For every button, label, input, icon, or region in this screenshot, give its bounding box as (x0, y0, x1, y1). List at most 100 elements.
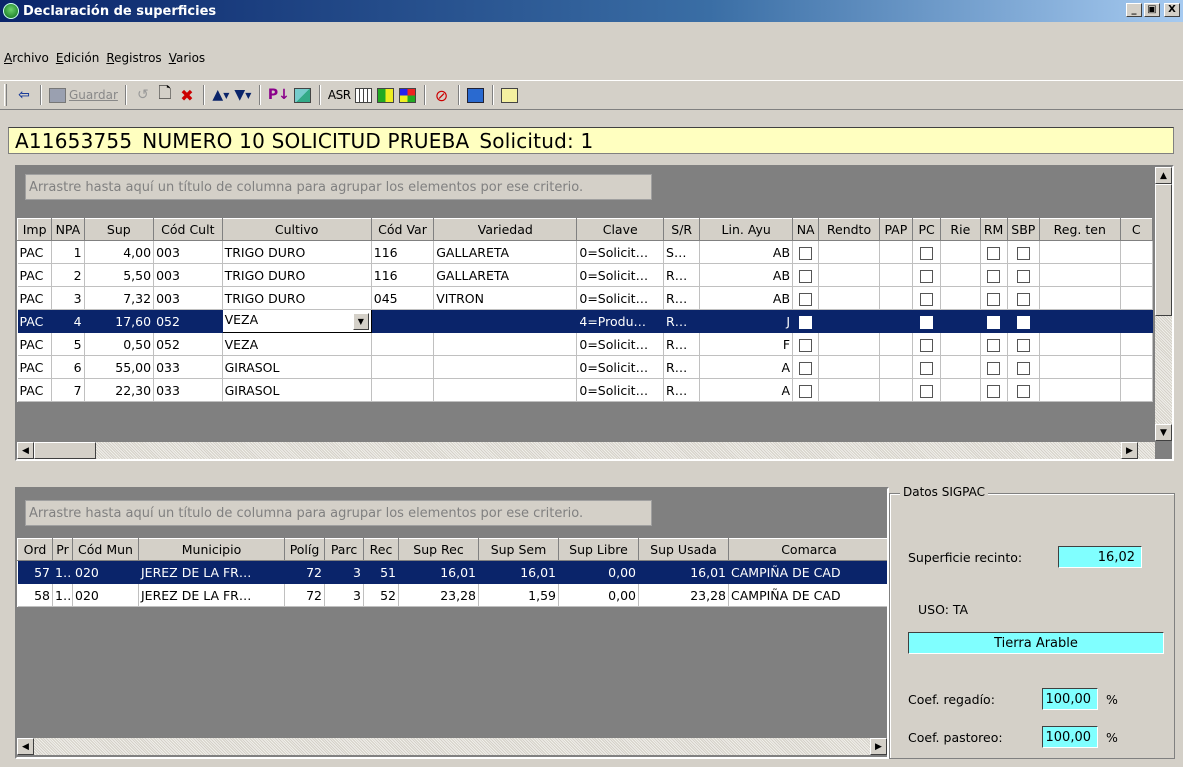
cell-rie[interactable] (940, 309, 981, 333)
column-header[interactable]: Municipio (138, 538, 285, 561)
cell-variedad[interactable]: GALLARETA (433, 240, 578, 264)
cell-rendto[interactable] (818, 309, 880, 333)
cell-sr[interactable]: R… (663, 332, 701, 356)
sbp-checkbox[interactable] (1016, 269, 1030, 283)
cell-comarca[interactable]: CAMPIÑA DE CAD (728, 583, 887, 607)
cell-reg-ten[interactable] (1039, 378, 1121, 402)
column-header[interactable]: Sup Rec (398, 538, 479, 561)
cell-na[interactable] (792, 263, 820, 287)
cell-sup-libre[interactable]: 0,00 (558, 560, 639, 584)
cell-ord[interactable]: 57 (17, 560, 53, 584)
pc-checkbox[interactable] (920, 384, 934, 398)
cell-na[interactable] (792, 309, 820, 333)
undo-icon[interactable]: ↺ (132, 83, 154, 107)
column-header[interactable]: PC (911, 218, 942, 241)
sbp-checkbox[interactable] (1016, 246, 1030, 260)
table-row[interactable]: PAC 2 5,50 003 TRIGO DURO 116 GALLARETA 0=Solic… (17, 263, 1154, 287)
table-row[interactable]: PAC 3 7,32 003 TRIGO DURO 045 VITRON 0=Solicit…… (17, 286, 1154, 310)
cell-sr[interactable]: R… (663, 378, 701, 402)
cell-rie[interactable] (940, 286, 981, 310)
cell-sup[interactable]: 7,32 (84, 286, 155, 310)
cell-pap[interactable] (879, 286, 913, 310)
cell-sup-usada[interactable]: 23,28 (638, 583, 729, 607)
column-header[interactable]: PAP (878, 218, 913, 241)
cell-c[interactable] (1120, 263, 1154, 287)
calculator-icon[interactable] (353, 83, 375, 107)
table-row[interactable]: PAC 4 17,60 052 ▼ VEZA 4=Produ… R… J (17, 309, 1154, 333)
cell-ord[interactable]: 58 (17, 583, 53, 607)
column-header[interactable]: Rendto (818, 218, 880, 241)
cell-cod-var[interactable] (371, 332, 435, 356)
cell-pc[interactable] (912, 355, 942, 379)
menu-archivo[interactable]: Archivo (4, 51, 49, 65)
cell-c[interactable] (1120, 240, 1154, 264)
cell-npa[interactable]: 6 (51, 355, 85, 379)
cell-rendto[interactable] (818, 240, 880, 264)
scroll-right-icon[interactable]: ▶ (870, 738, 887, 755)
cell-lin-ayu[interactable]: AB (699, 263, 794, 287)
cell-rm[interactable] (980, 286, 1008, 310)
cell-sbp[interactable] (1007, 355, 1040, 379)
column-header[interactable]: Rie (940, 218, 981, 241)
cell-cultivo[interactable]: TRIGO DURO (222, 286, 372, 310)
column-header[interactable]: Pr (52, 538, 73, 561)
cell-rendto[interactable] (818, 263, 880, 287)
pc-checkbox[interactable] (920, 292, 934, 306)
cell-variedad[interactable] (433, 378, 578, 402)
na-checkbox[interactable] (799, 292, 813, 306)
column-header[interactable]: S/R (663, 218, 701, 241)
asr-button[interactable]: ASR (326, 83, 353, 107)
table-row[interactable]: PAC 1 4,00 003 TRIGO DURO 116 GALLARETA 0=Solic… (17, 240, 1154, 264)
cell-sup[interactable]: 17,60 (84, 309, 155, 333)
screen-icon[interactable] (465, 83, 487, 107)
cell-sr[interactable]: R… (663, 309, 701, 333)
pc-checkbox[interactable] (920, 269, 934, 283)
cell-cod-cult[interactable]: 003 (153, 240, 223, 264)
cell-sup[interactable]: 22,30 (84, 378, 155, 402)
cell-reg-ten[interactable] (1039, 309, 1121, 333)
no-entry-icon[interactable]: ⊘ (431, 83, 453, 107)
cell-sr[interactable]: R… (663, 263, 701, 287)
cell-sup[interactable]: 0,50 (84, 332, 155, 356)
sbp-checkbox[interactable] (1016, 361, 1030, 375)
rm-checkbox[interactable] (987, 292, 1001, 306)
cell-sr[interactable]: R… (663, 286, 701, 310)
map-icon[interactable] (375, 83, 397, 107)
na-checkbox[interactable] (799, 338, 813, 352)
column-header[interactable]: SBP (1006, 218, 1040, 241)
column-header[interactable]: Ord (17, 538, 53, 561)
cell-variedad[interactable]: GALLARETA (433, 263, 578, 287)
cell-cultivo[interactable]: TRIGO DURO (222, 263, 372, 287)
cell-pap[interactable] (879, 355, 913, 379)
cell-npa[interactable]: 4 (51, 309, 85, 333)
column-header[interactable]: Cód Var (370, 218, 435, 241)
cell-na[interactable] (792, 240, 820, 264)
cell-c[interactable] (1120, 309, 1154, 333)
cell-pap[interactable] (879, 263, 913, 287)
cell-rm[interactable] (980, 309, 1008, 333)
cell-cultivo[interactable]: GIRASOL (222, 355, 372, 379)
restore-button[interactable]: ▣ (1144, 3, 1160, 17)
cell-variedad[interactable]: VITRON (433, 286, 578, 310)
menu-varios[interactable]: Varios (169, 51, 206, 65)
cell-clave[interactable]: 0=Solicit… (576, 240, 665, 264)
cell-sup-usada[interactable]: 16,01 (638, 560, 729, 584)
cell-municipio[interactable]: JEREZ DE LA FR… (138, 583, 285, 607)
cell-variedad[interactable] (433, 355, 578, 379)
menu-registros[interactable]: Registros (106, 51, 161, 65)
cell-imp[interactable]: PAC (17, 240, 53, 264)
cell-pc[interactable] (912, 309, 942, 333)
cell-rendto[interactable] (818, 332, 880, 356)
scroll-left-icon[interactable]: ◀ (17, 738, 34, 755)
column-header[interactable]: Políg (284, 538, 325, 561)
cell-pap[interactable] (879, 332, 913, 356)
rm-checkbox[interactable] (987, 246, 1001, 260)
cell-na[interactable] (792, 378, 820, 402)
table-row[interactable]: 57 11 020 JEREZ DE LA FR… 72 3 51 16,01 16,01 0,0… (17, 560, 887, 584)
column-header[interactable]: Parc (324, 538, 364, 561)
cell-lin-ayu[interactable]: F (699, 332, 794, 356)
table-row[interactable]: PAC 6 55,00 033 GIRASOL 0=Solicit… R… A (17, 355, 1154, 379)
app-icon[interactable] (3, 3, 19, 19)
move-up-icon[interactable]: ▲ ▼ (210, 83, 232, 107)
cell-sbp[interactable] (1007, 332, 1040, 356)
